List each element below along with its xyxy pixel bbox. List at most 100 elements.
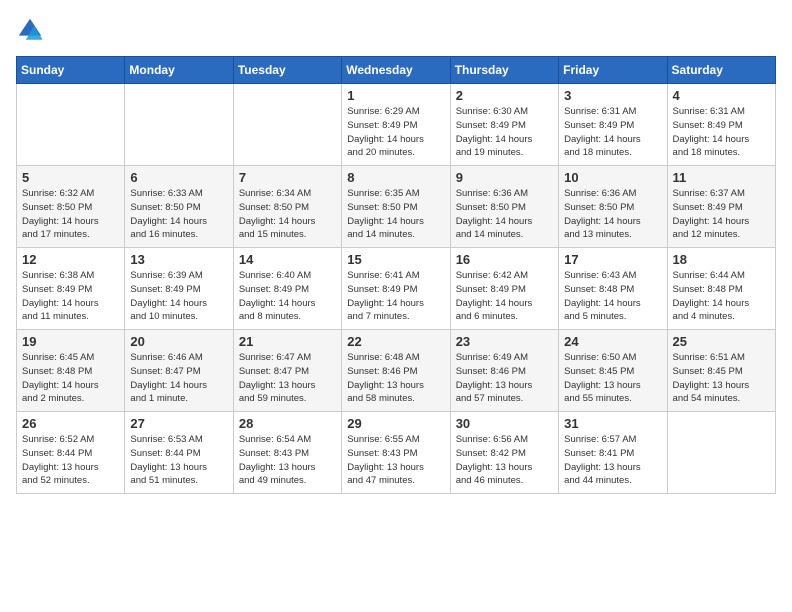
calendar-cell: 14 Sunrise: 6:40 AM Sunset: 8:49 PM Dayli… [233, 248, 341, 330]
day-info: Sunrise: 6:55 AM Sunset: 8:43 PM Dayligh… [347, 433, 444, 488]
day-info: Sunrise: 6:42 AM Sunset: 8:49 PM Dayligh… [456, 269, 553, 324]
day-info: Sunrise: 6:29 AM Sunset: 8:49 PM Dayligh… [347, 105, 444, 160]
calendar-cell: 19Sunrise: 6:45 AM Sunset: 8:48 PM Dayli… [17, 330, 125, 412]
calendar-cell: 6 Sunrise: 6:33 AM Sunset: 8:50 PM Daylig… [125, 166, 233, 248]
day-number: 11 [673, 170, 770, 185]
weekday-header-saturday: Saturday [667, 57, 775, 84]
calendar-cell: 17 Sunrise: 6:43 AM Sunset: 8:48 PM Dayli… [559, 248, 667, 330]
day-number: 26 [22, 416, 119, 431]
calendar-week-5: 26 Sunrise: 6:52 AM Sunset: 8:44 PM Dayli… [17, 412, 776, 494]
weekday-header-tuesday: Tuesday [233, 57, 341, 84]
calendar-week-4: 19Sunrise: 6:45 AM Sunset: 8:48 PM Dayli… [17, 330, 776, 412]
calendar-cell: 1 Sunrise: 6:29 AM Sunset: 8:49 PM Daylig… [342, 84, 450, 166]
calendar-cell [125, 84, 233, 166]
logo-icon [16, 16, 44, 44]
calendar-cell: 13 Sunrise: 6:39 AM Sunset: 8:49 PM Dayli… [125, 248, 233, 330]
day-number: 21 [239, 334, 336, 349]
day-number: 19 [22, 334, 119, 349]
calendar-cell: 25 Sunrise: 6:51 AM Sunset: 8:45 PM Dayli… [667, 330, 775, 412]
weekday-header-sunday: Sunday [17, 57, 125, 84]
day-info: Sunrise: 6:51 AM Sunset: 8:45 PM Dayligh… [673, 351, 770, 406]
day-info: Sunrise: 6:52 AM Sunset: 8:44 PM Dayligh… [22, 433, 119, 488]
day-number: 17 [564, 252, 661, 267]
calendar-cell: 18Sunrise: 6:44 AM Sunset: 8:48 PM Dayli… [667, 248, 775, 330]
day-number: 1 [347, 88, 444, 103]
calendar-cell: 2 Sunrise: 6:30 AM Sunset: 8:49 PM Daylig… [450, 84, 558, 166]
weekday-header-thursday: Thursday [450, 57, 558, 84]
calendar-cell: 29Sunrise: 6:55 AM Sunset: 8:43 PM Dayli… [342, 412, 450, 494]
calendar-cell: 15 Sunrise: 6:41 AM Sunset: 8:49 PM Dayli… [342, 248, 450, 330]
day-info: Sunrise: 6:31 AM Sunset: 8:49 PM Dayligh… [564, 105, 661, 160]
calendar-cell [17, 84, 125, 166]
calendar-cell [667, 412, 775, 494]
day-info: Sunrise: 6:43 AM Sunset: 8:48 PM Dayligh… [564, 269, 661, 324]
calendar-header: SundayMondayTuesdayWednesdayThursdayFrid… [17, 57, 776, 84]
calendar-cell: 26 Sunrise: 6:52 AM Sunset: 8:44 PM Dayli… [17, 412, 125, 494]
day-info: Sunrise: 6:40 AM Sunset: 8:49 PM Dayligh… [239, 269, 336, 324]
calendar-cell: 24 Sunrise: 6:50 AM Sunset: 8:45 PM Dayli… [559, 330, 667, 412]
day-number: 8 [347, 170, 444, 185]
day-number: 20 [130, 334, 227, 349]
day-info: Sunrise: 6:39 AM Sunset: 8:49 PM Dayligh… [130, 269, 227, 324]
day-info: Sunrise: 6:57 AM Sunset: 8:41 PM Dayligh… [564, 433, 661, 488]
calendar-cell: 9Sunrise: 6:36 AM Sunset: 8:50 PM Daylig… [450, 166, 558, 248]
calendar-week-1: 1 Sunrise: 6:29 AM Sunset: 8:49 PM Daylig… [17, 84, 776, 166]
calendar-cell: 5 Sunrise: 6:32 AM Sunset: 8:50 PM Daylig… [17, 166, 125, 248]
day-number: 30 [456, 416, 553, 431]
calendar-cell: 27Sunrise: 6:53 AM Sunset: 8:44 PM Dayli… [125, 412, 233, 494]
calendar-table: SundayMondayTuesdayWednesdayThursdayFrid… [16, 56, 776, 494]
page-header [16, 16, 776, 44]
day-info: Sunrise: 6:35 AM Sunset: 8:50 PM Dayligh… [347, 187, 444, 242]
calendar-cell [233, 84, 341, 166]
day-number: 16 [456, 252, 553, 267]
calendar-week-2: 5 Sunrise: 6:32 AM Sunset: 8:50 PM Daylig… [17, 166, 776, 248]
day-number: 14 [239, 252, 336, 267]
day-number: 24 [564, 334, 661, 349]
day-number: 28 [239, 416, 336, 431]
day-info: Sunrise: 6:41 AM Sunset: 8:49 PM Dayligh… [347, 269, 444, 324]
calendar-cell: 11 Sunrise: 6:37 AM Sunset: 8:49 PM Dayli… [667, 166, 775, 248]
day-number: 5 [22, 170, 119, 185]
weekday-header-friday: Friday [559, 57, 667, 84]
day-info: Sunrise: 6:36 AM Sunset: 8:50 PM Dayligh… [564, 187, 661, 242]
calendar-cell: 12Sunrise: 6:38 AM Sunset: 8:49 PM Dayli… [17, 248, 125, 330]
day-info: Sunrise: 6:30 AM Sunset: 8:49 PM Dayligh… [456, 105, 553, 160]
calendar-cell: 4Sunrise: 6:31 AM Sunset: 8:49 PM Daylig… [667, 84, 775, 166]
day-number: 31 [564, 416, 661, 431]
day-number: 25 [673, 334, 770, 349]
day-number: 3 [564, 88, 661, 103]
day-number: 23 [456, 334, 553, 349]
day-number: 22 [347, 334, 444, 349]
calendar-week-3: 12Sunrise: 6:38 AM Sunset: 8:49 PM Dayli… [17, 248, 776, 330]
day-info: Sunrise: 6:34 AM Sunset: 8:50 PM Dayligh… [239, 187, 336, 242]
day-info: Sunrise: 6:36 AM Sunset: 8:50 PM Dayligh… [456, 187, 553, 242]
day-number: 13 [130, 252, 227, 267]
day-number: 2 [456, 88, 553, 103]
calendar-cell: 31 Sunrise: 6:57 AM Sunset: 8:41 PM Dayli… [559, 412, 667, 494]
day-number: 27 [130, 416, 227, 431]
day-info: Sunrise: 6:50 AM Sunset: 8:45 PM Dayligh… [564, 351, 661, 406]
day-info: Sunrise: 6:38 AM Sunset: 8:49 PM Dayligh… [22, 269, 119, 324]
day-number: 10 [564, 170, 661, 185]
day-info: Sunrise: 6:47 AM Sunset: 8:47 PM Dayligh… [239, 351, 336, 406]
day-number: 6 [130, 170, 227, 185]
calendar-cell: 3 Sunrise: 6:31 AM Sunset: 8:49 PM Daylig… [559, 84, 667, 166]
day-number: 4 [673, 88, 770, 103]
calendar-cell: 7Sunrise: 6:34 AM Sunset: 8:50 PM Daylig… [233, 166, 341, 248]
day-info: Sunrise: 6:56 AM Sunset: 8:42 PM Dayligh… [456, 433, 553, 488]
day-info: Sunrise: 6:33 AM Sunset: 8:50 PM Dayligh… [130, 187, 227, 242]
day-info: Sunrise: 6:46 AM Sunset: 8:47 PM Dayligh… [130, 351, 227, 406]
calendar-cell: 8 Sunrise: 6:35 AM Sunset: 8:50 PM Daylig… [342, 166, 450, 248]
calendar-cell: 23 Sunrise: 6:49 AM Sunset: 8:46 PM Dayli… [450, 330, 558, 412]
calendar-cell: 21 Sunrise: 6:47 AM Sunset: 8:47 PM Dayli… [233, 330, 341, 412]
calendar-cell: 28Sunrise: 6:54 AM Sunset: 8:43 PM Dayli… [233, 412, 341, 494]
day-number: 15 [347, 252, 444, 267]
day-info: Sunrise: 6:32 AM Sunset: 8:50 PM Dayligh… [22, 187, 119, 242]
calendar-cell: 20 Sunrise: 6:46 AM Sunset: 8:47 PM Dayli… [125, 330, 233, 412]
weekday-header-monday: Monday [125, 57, 233, 84]
day-info: Sunrise: 6:49 AM Sunset: 8:46 PM Dayligh… [456, 351, 553, 406]
day-info: Sunrise: 6:37 AM Sunset: 8:49 PM Dayligh… [673, 187, 770, 242]
day-info: Sunrise: 6:48 AM Sunset: 8:46 PM Dayligh… [347, 351, 444, 406]
calendar-cell: 16 Sunrise: 6:42 AM Sunset: 8:49 PM Dayli… [450, 248, 558, 330]
calendar-cell: 22 Sunrise: 6:48 AM Sunset: 8:46 PM Dayli… [342, 330, 450, 412]
